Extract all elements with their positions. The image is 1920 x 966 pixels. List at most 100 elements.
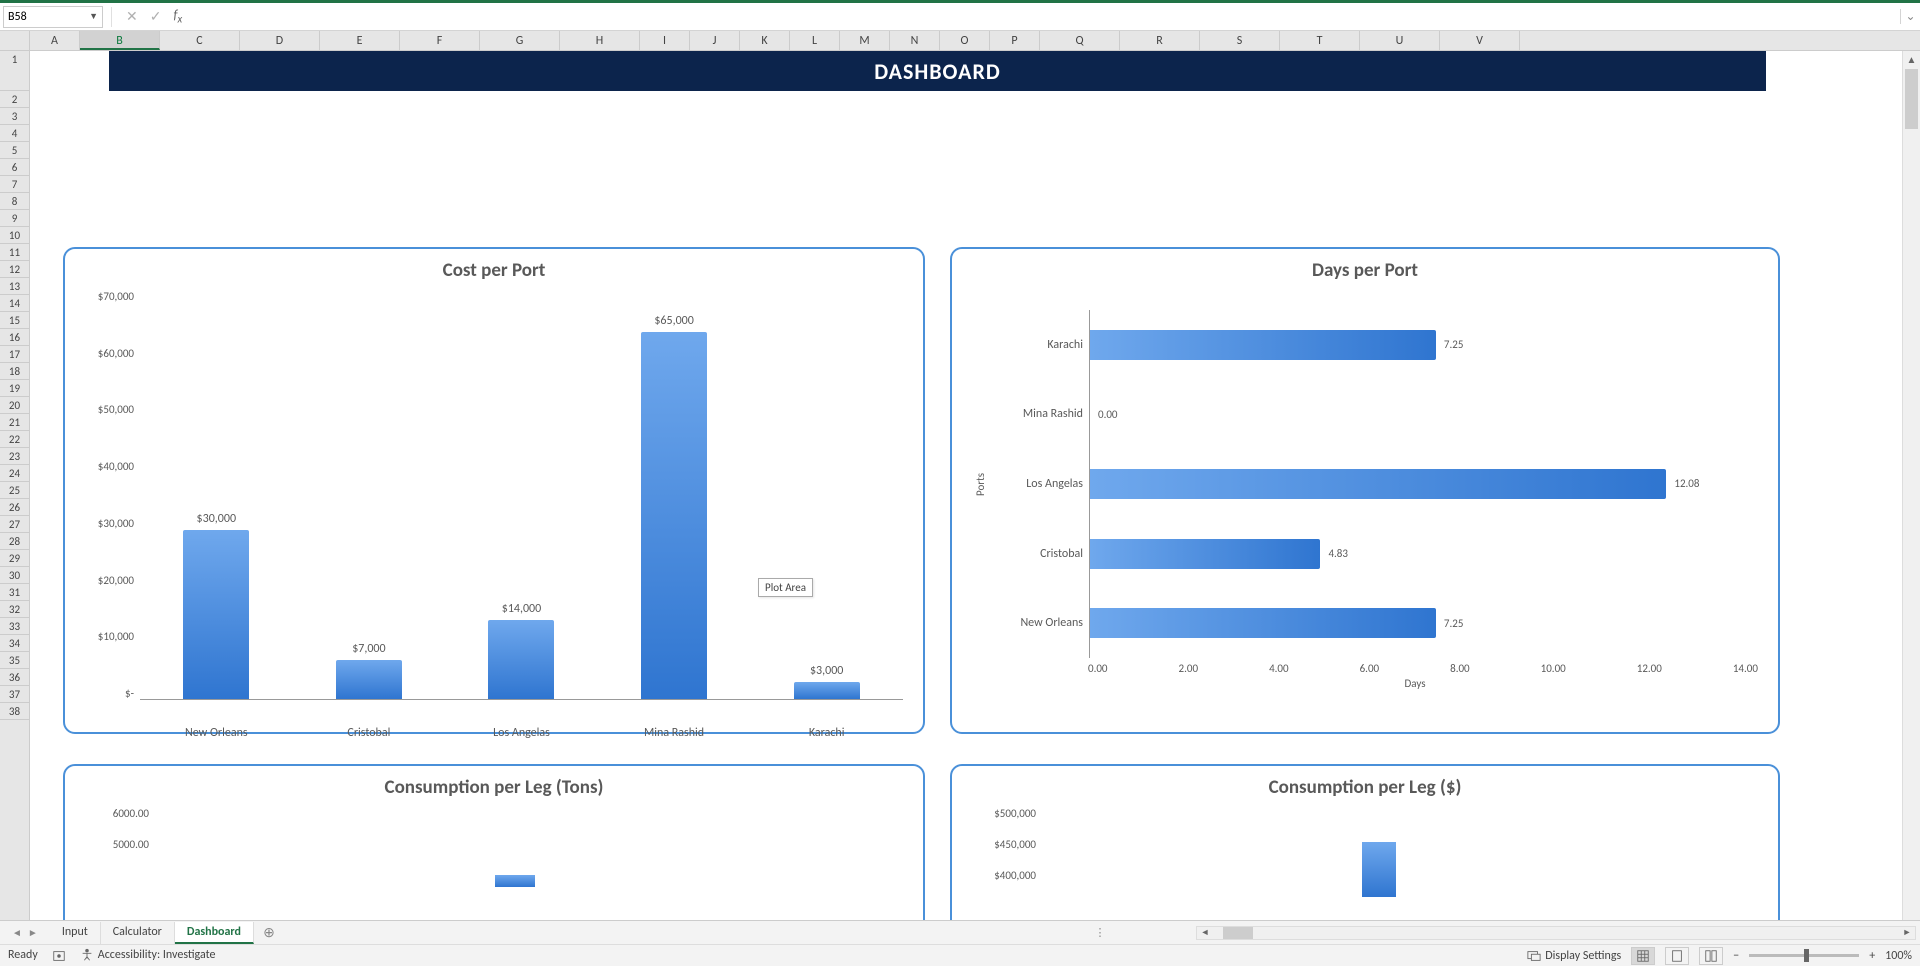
row-header[interactable]: 18 bbox=[0, 363, 29, 380]
accessibility-status[interactable]: Accessibility: Investigate bbox=[80, 948, 216, 962]
expand-formula-icon[interactable]: ⌄ bbox=[1900, 9, 1920, 24]
row-header[interactable]: 26 bbox=[0, 499, 29, 516]
row-header[interactable]: 2 bbox=[0, 91, 29, 108]
column-header[interactable]: T bbox=[1280, 31, 1360, 50]
row-header[interactable]: 37 bbox=[0, 686, 29, 703]
scroll-right-icon[interactable]: ► bbox=[1899, 927, 1915, 938]
column-header[interactable]: N bbox=[890, 31, 940, 50]
bar[interactable] bbox=[1090, 539, 1320, 569]
column-header[interactable]: Q bbox=[1040, 31, 1120, 50]
row-header[interactable]: 5 bbox=[0, 142, 29, 159]
row-header[interactable]: 22 bbox=[0, 431, 29, 448]
column-header[interactable]: S bbox=[1200, 31, 1280, 50]
formula-input[interactable] bbox=[188, 6, 1900, 28]
bar[interactable] bbox=[183, 530, 249, 699]
row-header[interactable]: 1 bbox=[0, 51, 29, 91]
hscroll-thumb[interactable] bbox=[1223, 927, 1253, 939]
scroll-up-icon[interactable]: ▲ bbox=[1903, 51, 1920, 69]
row-header[interactable]: 25 bbox=[0, 482, 29, 499]
check-icon[interactable]: ✓ bbox=[150, 8, 162, 25]
tab-nav-prev-icon[interactable]: ◄ bbox=[12, 926, 22, 939]
row-header[interactable]: 36 bbox=[0, 669, 29, 686]
bar[interactable] bbox=[1090, 469, 1666, 499]
bar[interactable] bbox=[794, 682, 860, 699]
row-header[interactable]: 28 bbox=[0, 533, 29, 550]
row-header[interactable]: 35 bbox=[0, 652, 29, 669]
column-header[interactable]: G bbox=[480, 31, 560, 50]
row-header[interactable]: 7 bbox=[0, 176, 29, 193]
column-header[interactable]: C bbox=[160, 31, 240, 50]
column-header[interactable]: M bbox=[840, 31, 890, 50]
row-header[interactable]: 14 bbox=[0, 295, 29, 312]
zoom-slider[interactable] bbox=[1749, 954, 1859, 957]
zoom-level[interactable]: 100% bbox=[1885, 949, 1912, 963]
add-sheet-button[interactable]: ⊕ bbox=[254, 924, 284, 941]
column-header[interactable]: P bbox=[990, 31, 1040, 50]
tab-nav-next-icon[interactable]: ► bbox=[28, 926, 38, 939]
row-header[interactable]: 8 bbox=[0, 193, 29, 210]
chart-consumption-dollars[interactable]: Consumption per Leg ($) $500,000$450,000… bbox=[950, 764, 1780, 921]
column-header[interactable]: O bbox=[940, 31, 990, 50]
scrollbar-thumb[interactable] bbox=[1905, 69, 1918, 129]
column-header[interactable]: J bbox=[690, 31, 740, 50]
sheet-tab[interactable]: Input bbox=[50, 922, 101, 944]
chart-days-per-port[interactable]: Days per Port Ports KarachiMina RashidLo… bbox=[950, 247, 1780, 734]
sheet-canvas[interactable]: DASHBOARD Cost per Port $70,000$60,000$5… bbox=[30, 51, 1920, 921]
bar[interactable] bbox=[641, 332, 707, 699]
row-header[interactable]: 12 bbox=[0, 261, 29, 278]
row-header[interactable]: 19 bbox=[0, 380, 29, 397]
row-header[interactable]: 11 bbox=[0, 244, 29, 261]
select-all-corner[interactable] bbox=[0, 31, 30, 50]
column-header[interactable]: B bbox=[80, 31, 160, 50]
vertical-scrollbar[interactable]: ▲ ▼ bbox=[1902, 51, 1920, 936]
row-header[interactable]: 24 bbox=[0, 465, 29, 482]
row-header[interactable]: 20 bbox=[0, 397, 29, 414]
row-header[interactable]: 23 bbox=[0, 448, 29, 465]
sheet-tab[interactable]: Dashboard bbox=[175, 922, 254, 944]
row-header[interactable]: 3 bbox=[0, 108, 29, 125]
tab-split-icon[interactable]: ⋮ bbox=[1088, 926, 1111, 939]
sheet-tab[interactable]: Calculator bbox=[101, 922, 175, 944]
view-page-layout-button[interactable] bbox=[1665, 947, 1689, 965]
row-header[interactable]: 10 bbox=[0, 227, 29, 244]
name-box[interactable]: B58 ▼ bbox=[3, 6, 103, 28]
bar[interactable] bbox=[1090, 608, 1436, 638]
row-header[interactable]: 15 bbox=[0, 312, 29, 329]
column-header[interactable]: E bbox=[320, 31, 400, 50]
macro-record-icon[interactable] bbox=[52, 948, 66, 962]
cancel-icon[interactable]: ✕ bbox=[126, 8, 138, 25]
row-header[interactable]: 4 bbox=[0, 125, 29, 142]
column-header[interactable]: K bbox=[740, 31, 790, 50]
fx-icon[interactable]: fx bbox=[173, 8, 182, 26]
column-header[interactable]: D bbox=[240, 31, 320, 50]
view-page-break-button[interactable] bbox=[1699, 947, 1723, 965]
column-header[interactable]: U bbox=[1360, 31, 1440, 50]
row-header[interactable]: 32 bbox=[0, 601, 29, 618]
column-header[interactable]: L bbox=[790, 31, 840, 50]
row-header[interactable]: 9 bbox=[0, 210, 29, 227]
row-header[interactable]: 31 bbox=[0, 584, 29, 601]
column-header[interactable]: V bbox=[1440, 31, 1520, 50]
row-header[interactable]: 27 bbox=[0, 516, 29, 533]
bar[interactable] bbox=[1090, 330, 1436, 360]
column-header[interactable]: H bbox=[560, 31, 640, 50]
row-header[interactable]: 17 bbox=[0, 346, 29, 363]
chart-cost-per-port[interactable]: Cost per Port $70,000$60,000$50,000$40,0… bbox=[63, 247, 925, 734]
zoom-in-button[interactable]: + bbox=[1869, 949, 1875, 963]
bar[interactable] bbox=[488, 620, 554, 699]
row-header[interactable]: 34 bbox=[0, 635, 29, 652]
row-header[interactable]: 16 bbox=[0, 329, 29, 346]
column-header[interactable]: R bbox=[1120, 31, 1200, 50]
zoom-out-button[interactable]: − bbox=[1733, 949, 1739, 963]
column-header[interactable]: I bbox=[640, 31, 690, 50]
chart-consumption-tons[interactable]: Consumption per Leg (Tons) 6000.005000.0… bbox=[63, 764, 925, 921]
row-header[interactable]: 13 bbox=[0, 278, 29, 295]
row-header[interactable]: 38 bbox=[0, 703, 29, 720]
column-header[interactable]: F bbox=[400, 31, 480, 50]
row-header[interactable]: 33 bbox=[0, 618, 29, 635]
bar[interactable] bbox=[336, 660, 402, 700]
chevron-down-icon[interactable]: ▼ bbox=[89, 11, 98, 22]
column-header[interactable]: A bbox=[30, 31, 80, 50]
scroll-left-icon[interactable]: ◄ bbox=[1197, 927, 1213, 938]
row-header[interactable]: 21 bbox=[0, 414, 29, 431]
